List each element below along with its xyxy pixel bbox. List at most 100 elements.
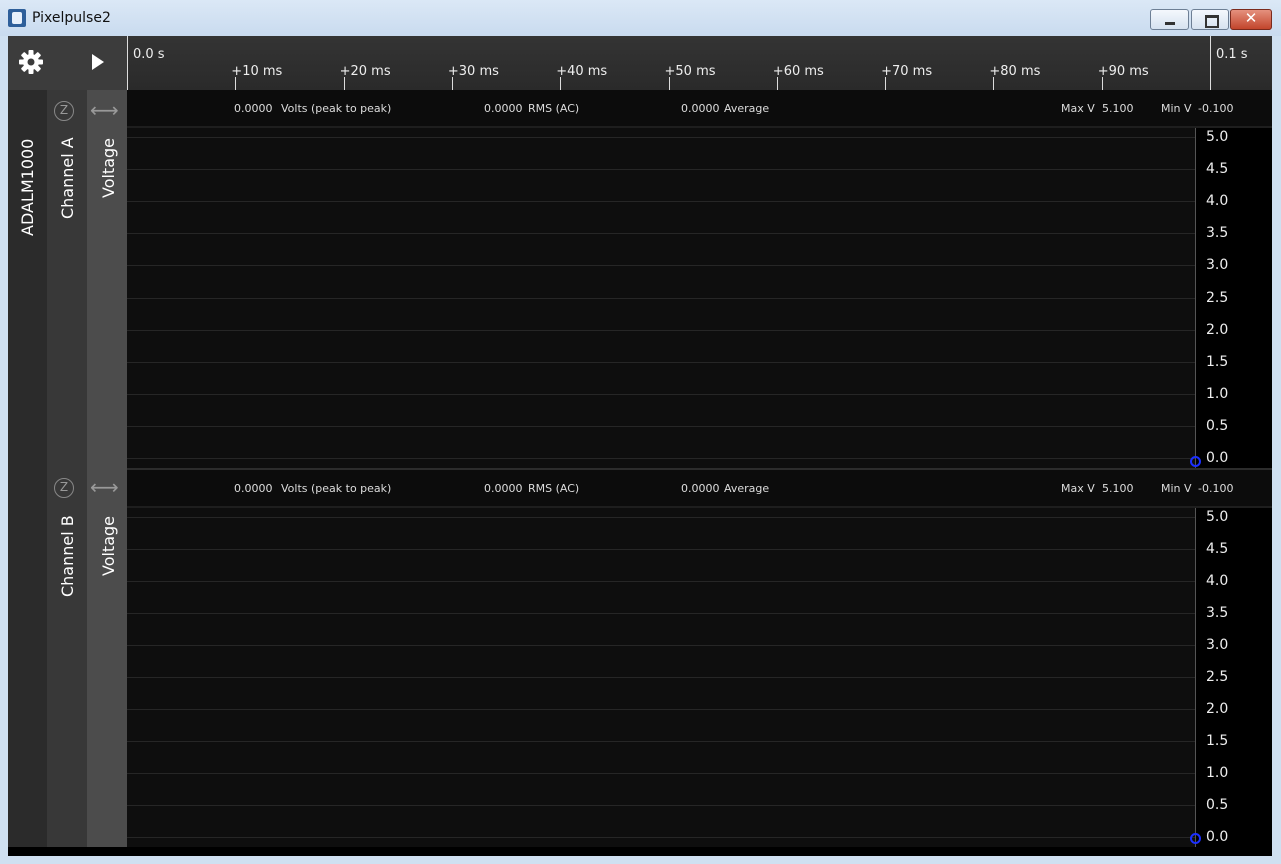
window-titlebar: Pixelpulse2 ✕ <box>0 0 1281 36</box>
play-icon <box>92 54 104 70</box>
channel-a-cursor-handle[interactable] <box>1190 456 1201 467</box>
y-axis-tick-label: 0.5 <box>1206 797 1229 813</box>
grid-line <box>127 581 1195 582</box>
rms-label: RMS (AC) <box>528 482 580 495</box>
channel-b-resize-icon[interactable]: ⟷ <box>90 477 119 497</box>
time-axis-tick-label: +10 ms <box>231 64 283 79</box>
pp-value: 0.0000 <box>234 482 273 495</box>
pp-value: 0.0000 <box>234 102 273 115</box>
close-icon: ✕ <box>1244 9 1258 27</box>
grid-line <box>127 201 1195 203</box>
pp-label: Volts (peak to peak) <box>281 102 392 115</box>
y-axis-tick-label: 2.5 <box>1206 289 1229 306</box>
close-button[interactable]: ✕ <box>1230 9 1272 30</box>
grid-line <box>127 425 1195 427</box>
y-axis-tick-label: 2.0 <box>1206 701 1229 717</box>
maximize-button[interactable] <box>1191 9 1229 30</box>
y-axis-tick-label: 4.5 <box>1206 161 1229 178</box>
time-axis-end-label: 0.1 s <box>1216 47 1248 62</box>
grid-line <box>127 613 1195 614</box>
channel-a-plot[interactable] <box>127 128 1195 468</box>
channel-b-signal-label: Voltage <box>99 515 118 576</box>
y-axis-tick-label: 4.5 <box>1206 541 1229 557</box>
avg-value: 0.0000 <box>681 102 720 115</box>
rms-value: 0.0000 <box>484 482 523 495</box>
y-axis-tick-label: 0.0 <box>1206 829 1229 845</box>
time-axis-tick-label: +30 ms <box>447 64 499 79</box>
channel-a-resize-icon[interactable]: ⟷ <box>90 100 119 120</box>
channel-b-cursor-handle[interactable] <box>1190 833 1201 844</box>
grid-line <box>127 549 1195 550</box>
channel-a-zero-button[interactable]: Z <box>54 101 74 121</box>
y-axis-tick-label: 1.5 <box>1206 353 1229 370</box>
grid-line <box>127 233 1195 235</box>
maximize-icon <box>1205 15 1219 28</box>
y-axis-tick-label: 5.0 <box>1206 509 1229 525</box>
time-axis-tick-label: +60 ms <box>772 64 824 79</box>
grid-line <box>127 265 1195 267</box>
grid-line <box>127 645 1195 646</box>
time-axis-tick-label: +40 ms <box>556 64 608 79</box>
rms-label: RMS (AC) <box>528 102 580 115</box>
time-axis-start-tick <box>127 36 128 90</box>
grid-line <box>127 677 1195 678</box>
zero-icon: Z <box>59 480 69 494</box>
grid-line <box>127 741 1195 742</box>
signal-column <box>87 90 127 847</box>
avg-label: Average <box>724 102 770 115</box>
play-button[interactable] <box>88 36 127 90</box>
grid-line <box>127 709 1195 710</box>
grid-line <box>127 329 1195 331</box>
window-title: Pixelpulse2 <box>32 10 111 26</box>
grid-line <box>127 297 1195 299</box>
channel-b-stats: 0.0000 Volts (peak to peak) 0.0000 RMS (… <box>127 470 1272 508</box>
time-axis-tick-label: +80 ms <box>989 64 1041 79</box>
grid-line <box>127 169 1195 171</box>
y-axis-tick-label: 2.5 <box>1206 669 1229 685</box>
y-axis-tick-label: 1.0 <box>1206 385 1229 402</box>
y-axis-tick-label: 4.0 <box>1206 193 1229 210</box>
grid-line <box>127 517 1195 518</box>
app-content: 0.0 s 0.1 s +10 ms +20 ms +30 ms +40 ms +50 … <box>8 36 1272 856</box>
min-value[interactable]: -0.100 <box>1198 102 1233 115</box>
channel-a-y-axis[interactable]: 5.0 4.5 4.0 3.5 3.0 2.5 2.0 1.5 1.0 0.5 0.0 <box>1195 128 1272 468</box>
rms-value: 0.0000 <box>484 102 523 115</box>
time-axis-tick-label: +50 ms <box>664 64 716 79</box>
zero-icon: Z <box>59 103 69 117</box>
max-label: Max V <box>1061 102 1095 115</box>
channel-b-label: Channel B <box>58 515 77 597</box>
grid-line <box>127 458 1195 459</box>
min-label: Min V <box>1161 482 1192 495</box>
time-axis-tick-label: +20 ms <box>339 64 391 79</box>
time-axis-tick-label: +90 ms <box>1097 64 1149 79</box>
y-axis-tick-label: 1.5 <box>1206 733 1229 749</box>
time-axis-start-label: 0.0 s <box>133 47 165 62</box>
y-axis-tick-label: 1.0 <box>1206 765 1229 781</box>
settings-button[interactable] <box>8 36 56 90</box>
channel-b-plot[interactable] <box>127 508 1195 847</box>
y-axis-tick-label: 3.5 <box>1206 225 1229 242</box>
grid-line <box>127 773 1195 774</box>
min-value[interactable]: -0.100 <box>1198 482 1233 495</box>
min-label: Min V <box>1161 102 1192 115</box>
device-column: ADALM1000 <box>8 90 47 847</box>
time-axis[interactable]: 0.0 s 0.1 s +10 ms +20 ms +30 ms +40 ms +50 … <box>127 36 1272 90</box>
channel-a-label: Channel A <box>58 137 77 219</box>
max-value[interactable]: 5.100 <box>1102 482 1134 495</box>
channel-a-signal-label: Voltage <box>99 137 118 198</box>
channel-b-y-axis[interactable]: 5.0 4.5 4.0 3.5 3.0 2.5 2.0 1.5 1.0 0.5 0.0 <box>1195 508 1272 847</box>
app-logo-icon <box>8 9 26 27</box>
max-label: Max V <box>1061 482 1095 495</box>
grid-line <box>127 837 1195 838</box>
max-value[interactable]: 5.100 <box>1102 102 1134 115</box>
y-axis-tick-label: 0.0 <box>1206 450 1229 466</box>
gear-icon <box>19 50 43 74</box>
pp-label: Volts (peak to peak) <box>281 482 392 495</box>
y-axis-tick-label: 4.0 <box>1206 573 1229 589</box>
y-axis-tick-label: 3.0 <box>1206 637 1229 653</box>
time-axis-tick-label: +70 ms <box>881 64 933 79</box>
avg-label: Average <box>724 482 770 495</box>
grid-line <box>127 361 1195 363</box>
minimize-button[interactable] <box>1150 9 1189 30</box>
channel-b-zero-button[interactable]: Z <box>54 478 74 498</box>
